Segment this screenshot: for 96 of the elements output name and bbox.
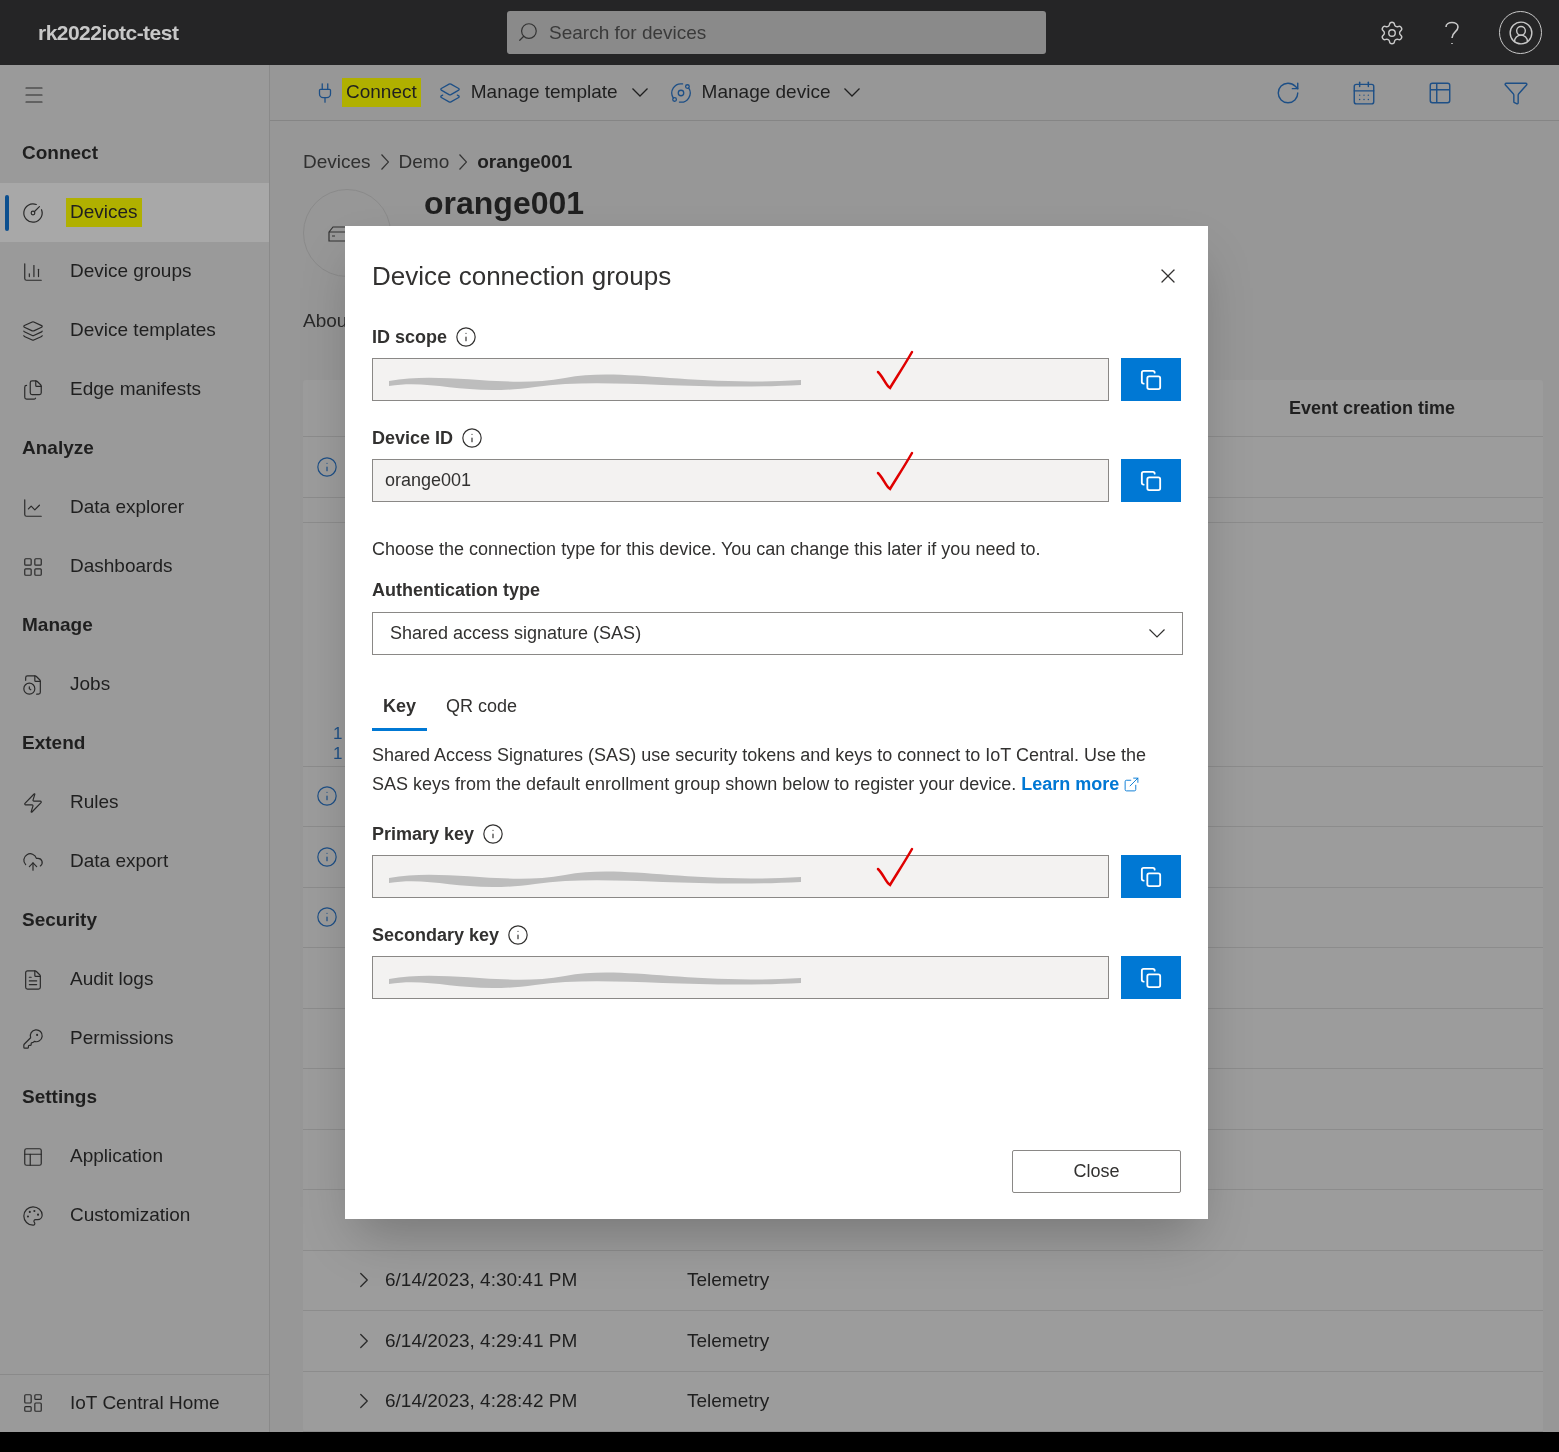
chevron-right-icon (380, 154, 389, 170)
table-cell-text: Telemetry (687, 1389, 770, 1413)
section-heading: Settings (22, 1085, 97, 1110)
sidebar-item[interactable]: Customization (0, 1186, 269, 1245)
section-heading: Manage (22, 613, 93, 638)
info-icon (507, 924, 530, 946)
info-icon[interactable] (316, 455, 338, 478)
chevron-down-icon (631, 88, 648, 97)
breadcrumb-link[interactable]: orange001 (477, 147, 573, 177)
toolbar-button[interactable]: Manage template (438, 72, 648, 113)
text-field[interactable] (372, 855, 1110, 898)
sidebar-item[interactable]: Device groups (0, 242, 269, 301)
file-clock-icon (22, 673, 44, 696)
copy-button[interactable] (1121, 459, 1181, 502)
table-cell-text: 6/14/2023, 4:29:41 PM (385, 1328, 579, 1353)
copy-icon (1140, 865, 1163, 888)
document-icon (22, 968, 44, 991)
sidebar-item[interactable]: Devices (0, 183, 269, 242)
layers-icon (438, 81, 461, 104)
section-heading: Extend (22, 731, 86, 756)
breadcrumb-link[interactable]: Demo (398, 147, 450, 177)
sidebar-item[interactable]: Data explorer (0, 478, 269, 537)
learn-more-link[interactable]: Learn more (1021, 770, 1141, 799)
sidebar-item[interactable]: IoT Central Home (0, 1374, 269, 1431)
table-cell-text: 6/14/2023, 4:28:42 PM (385, 1389, 579, 1413)
panels-icon (22, 1145, 44, 1168)
info-icon (482, 823, 505, 845)
section-heading: Connect (22, 141, 98, 166)
field-label: Secondary key (372, 923, 500, 947)
info-icon[interactable] (316, 906, 338, 929)
tab[interactable]: Key (372, 685, 428, 731)
layers-icon (22, 319, 44, 342)
device-name: orange001 (424, 185, 585, 221)
info-icon[interactable] (316, 845, 338, 868)
cloud-upload-icon (22, 850, 44, 873)
bar-chart-icon (22, 260, 44, 283)
external-link-icon (1123, 776, 1141, 793)
text-field[interactable]: orange001 (372, 459, 1110, 502)
field-label: Authentication type (372, 579, 541, 602)
description-text: Shared Access Signatures (SAS) use security tokens and keys to connect to IoT Central. Use the SAS keys from the default enrollment group shown below to register your device. Learn more (372, 741, 1181, 799)
user-icon (1507, 19, 1534, 46)
grid-icon (22, 555, 44, 578)
settings-icon[interactable] (1379, 19, 1405, 46)
toolbar-button[interactable]: Manage device (669, 72, 861, 113)
info-icon (455, 326, 478, 348)
info-icon (461, 427, 484, 449)
sidebar-item[interactable]: Device templates (0, 301, 269, 360)
sidebar-item[interactable]: Jobs (0, 655, 269, 714)
key-icon (22, 1027, 44, 1050)
copy-button[interactable] (1121, 956, 1181, 999)
table-cell-text: Telemetry (687, 1268, 770, 1292)
line-chart-icon (22, 496, 44, 519)
files-icon (22, 378, 44, 401)
text-field[interactable] (372, 358, 1110, 401)
table-cell-text: 6/14/2023, 4:30:41 PM (385, 1268, 579, 1292)
section-heading: Analyze (22, 436, 94, 461)
search-icon (517, 21, 539, 43)
copy-icon (1140, 469, 1163, 492)
copy-icon (1140, 966, 1163, 989)
chevron-down-icon (1149, 629, 1165, 638)
copy-button[interactable] (1121, 855, 1181, 898)
dashboard-icon (22, 1392, 44, 1414)
copy-button[interactable] (1121, 358, 1181, 401)
tab[interactable]: QR code (435, 685, 529, 731)
gauge-icon (22, 201, 44, 224)
orbit-icon (669, 81, 692, 104)
sidebar-item[interactable]: Dashboards (0, 537, 269, 596)
dialog-title: Device connection groups (372, 259, 672, 293)
palette-icon (22, 1204, 44, 1227)
lightning-icon (22, 791, 44, 814)
sidebar-item[interactable]: Permissions (0, 1009, 269, 1068)
calendar-icon[interactable] (1351, 79, 1377, 106)
app-title: rk2022iotc-test (38, 19, 180, 46)
field-label: Primary key (372, 822, 475, 846)
sidebar-item[interactable]: Data export (0, 832, 269, 891)
search-field[interactable]: Search for devices (507, 11, 1046, 54)
copy-icon (1140, 368, 1163, 391)
text-field[interactable] (372, 956, 1110, 999)
section-heading: Security (22, 908, 97, 933)
sidebar-item[interactable]: Edge manifests (0, 360, 269, 419)
intro-text: Choose the connection type for this device. You can change this later if you need to. (372, 538, 1042, 561)
table-cell-text: Telemetry (687, 1328, 770, 1353)
auth-type-select[interactable]: Shared access signature (SAS) (372, 612, 1183, 655)
chevron-right-icon (459, 154, 468, 170)
field-label: Device ID (372, 426, 454, 450)
column-header[interactable]: Event creation time (1288, 394, 1455, 422)
sidebar-item[interactable]: Audit logs (0, 950, 269, 1009)
close-dialog-button[interactable]: Close (1012, 1150, 1181, 1193)
sidebar-item[interactable]: Application (0, 1127, 269, 1186)
field-label: ID scope (372, 325, 448, 349)
breadcrumb-link[interactable]: Devices (303, 147, 371, 177)
info-icon[interactable] (316, 785, 338, 808)
axis-label: 1 (333, 743, 343, 764)
chevron-down-icon (844, 88, 861, 97)
sidebar-item[interactable]: Rules (0, 773, 269, 832)
axis-label: 1 (333, 723, 343, 744)
